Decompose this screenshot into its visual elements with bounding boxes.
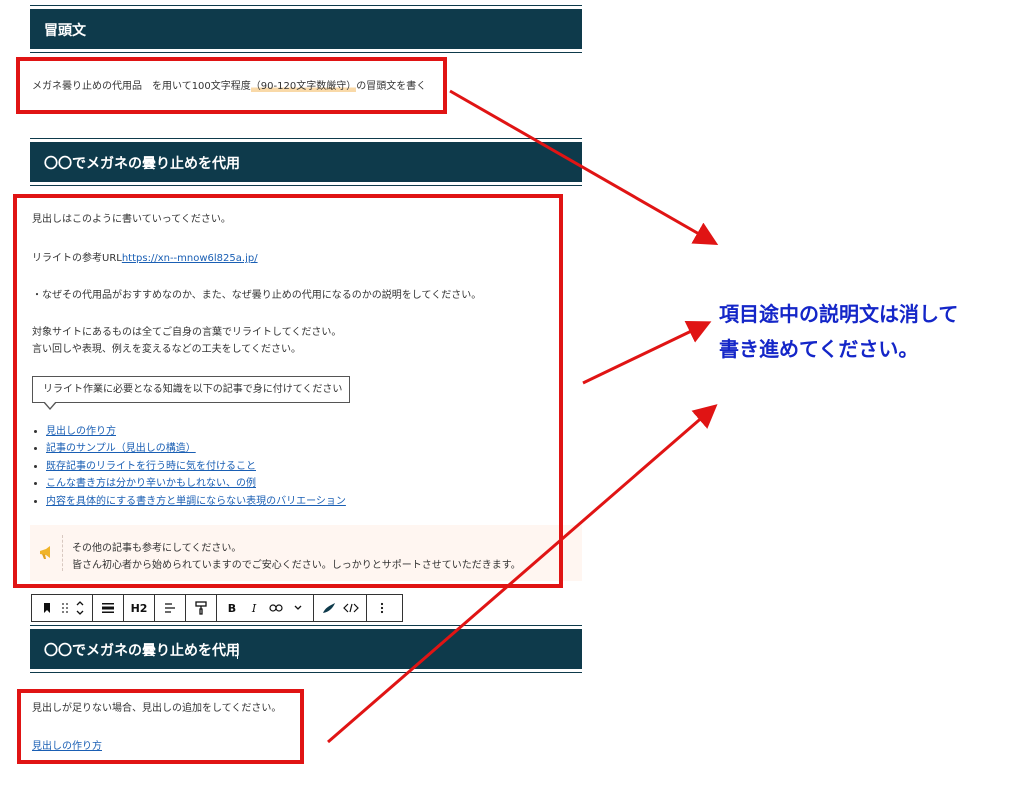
arrow-explanation: [582, 320, 712, 385]
arrow-intro: [449, 89, 719, 245]
annotation-line-2: 書き進めてください。: [719, 337, 919, 361]
arrow-add-heading: [327, 404, 718, 744]
annotation-arrows: [327, 89, 719, 744]
annotation-text: 項目途中の説明文は消して 書き進めてください。: [719, 297, 958, 367]
annotation-line-1: 項目途中の説明文は消して: [719, 302, 959, 326]
